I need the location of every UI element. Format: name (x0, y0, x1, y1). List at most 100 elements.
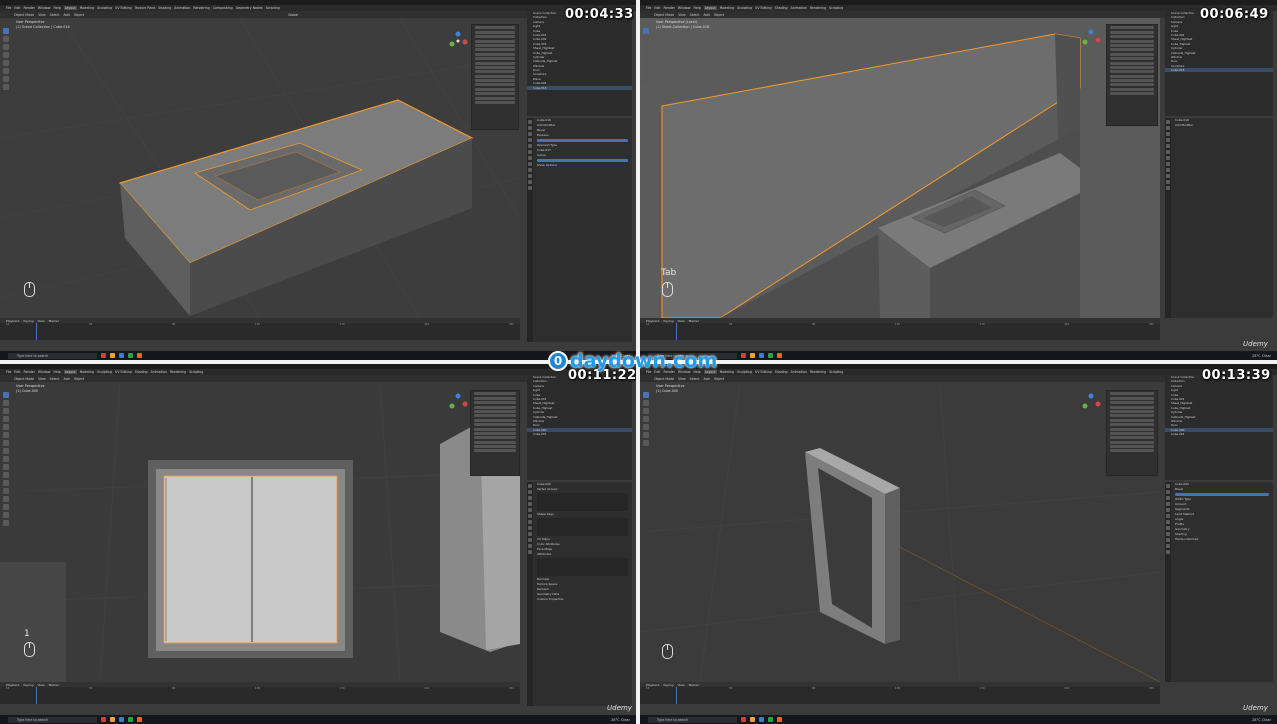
measure-tool-icon[interactable] (3, 84, 9, 90)
outliner-item[interactable]: Cube.001 (1165, 432, 1273, 436)
timeline[interactable]: Playback Keying View Marker 10 50 90 130 170 210… (640, 682, 1160, 704)
viewport-3d[interactable] (640, 18, 1160, 318)
move-tool-icon[interactable] (3, 408, 9, 414)
menu-window[interactable]: Window (678, 6, 691, 10)
knife-tool-icon[interactable] (3, 488, 9, 494)
app-icon[interactable] (768, 353, 773, 358)
select-box-tool-icon[interactable] (643, 28, 649, 34)
scale-tool-icon[interactable] (3, 424, 9, 430)
rotate-tool-icon[interactable] (3, 416, 9, 422)
tab-animation[interactable]: Animation (791, 370, 807, 374)
shape-keys-list[interactable] (537, 518, 628, 536)
menu-edit[interactable]: Edit (654, 6, 660, 10)
tab-compositing[interactable]: Compositing (213, 6, 233, 10)
transform-tool-icon[interactable] (643, 432, 649, 438)
add-menu[interactable]: Add (64, 13, 70, 17)
transform-orientation-select[interactable]: Global (288, 13, 298, 17)
menu-file[interactable]: File (6, 370, 11, 374)
tab-animation[interactable]: Animation (791, 6, 807, 10)
menu-render[interactable]: Render (664, 6, 675, 10)
menu-help[interactable]: Help (53, 370, 60, 374)
select-menu[interactable]: Select (690, 13, 700, 17)
show-options-toggle[interactable]: Show Options (527, 163, 632, 168)
attributes-list[interactable] (537, 558, 628, 576)
navigation-gizmo-icon[interactable] (447, 30, 469, 52)
tab-rendering[interactable]: Rendering (170, 370, 186, 374)
app-icon[interactable] (741, 717, 746, 722)
menu-render[interactable]: Render (24, 6, 35, 10)
tab-shading[interactable]: Shading (135, 370, 148, 374)
scale-tool-icon[interactable] (643, 60, 649, 66)
tab-texture-paint[interactable]: Texture Paint (135, 6, 156, 10)
tab-layout[interactable]: Layout (63, 370, 77, 374)
menu-edit[interactable]: Edit (14, 370, 20, 374)
viewport-3d[interactable] (640, 382, 1160, 682)
mode-select[interactable]: Object Mode (14, 13, 34, 17)
app-icon[interactable] (759, 353, 764, 358)
transform-tool-icon[interactable] (3, 68, 9, 74)
app-icon[interactable] (741, 353, 746, 358)
menu-edit[interactable]: Edit (14, 6, 20, 10)
vertex-groups-panel[interactable]: Vertex Groups (527, 487, 632, 492)
view-menu[interactable]: View (38, 377, 46, 381)
tab-uv-editing[interactable]: UV Editing (115, 370, 132, 374)
annotate-tool-icon[interactable] (643, 76, 649, 82)
tab-modeling[interactable]: Modeling (720, 6, 735, 10)
add-menu[interactable]: Add (704, 13, 710, 17)
tab-modeling[interactable]: Modeling (720, 370, 735, 374)
tab-rendering[interactable]: Rendering (810, 6, 826, 10)
modifier-boolean[interactable]: Boolean (527, 133, 632, 138)
timeline[interactable]: Playback Keying View Marker 10 50 90 130 170 210… (0, 318, 520, 340)
tab-sculpting[interactable]: Sculpting (97, 370, 112, 374)
app-icon[interactable] (119, 353, 124, 358)
taskbar-search[interactable]: Type here to search (8, 352, 97, 359)
tab-scripting[interactable]: Scripting (189, 370, 203, 374)
app-icon[interactable] (128, 353, 133, 358)
loopcut-tool-icon[interactable] (3, 480, 9, 486)
modifier-bevel[interactable]: Bevel (1165, 487, 1273, 492)
outliner-item-selected[interactable]: Cube.016 (1165, 68, 1273, 73)
tab-scripting[interactable]: Scripting (266, 6, 280, 10)
tab-shading[interactable]: Shading (775, 370, 788, 374)
annotate-tool-icon[interactable] (3, 440, 9, 446)
app-icon[interactable] (128, 717, 133, 722)
object-menu[interactable]: Object (74, 377, 84, 381)
playhead[interactable] (676, 323, 677, 340)
spin-tool-icon[interactable] (3, 504, 9, 510)
object-menu[interactable]: Object (74, 13, 84, 17)
move-tool-icon[interactable] (3, 44, 9, 50)
object-menu[interactable]: Object (714, 377, 724, 381)
select-box-tool-icon[interactable] (3, 28, 9, 34)
inset-tool-icon[interactable] (3, 464, 9, 470)
tab-sculpting[interactable]: Sculpting (737, 6, 752, 10)
measure-tool-icon[interactable] (3, 448, 9, 454)
app-icon[interactable] (101, 353, 106, 358)
tab-animation[interactable]: Animation (174, 6, 190, 10)
tab-sculpting[interactable]: Sculpting (97, 6, 112, 10)
tab-scripting[interactable]: Scripting (829, 370, 843, 374)
shear-tool-icon[interactable] (3, 520, 9, 526)
rotate-tool-icon[interactable] (643, 416, 649, 422)
scale-tool-icon[interactable] (643, 424, 649, 430)
extrude-tool-icon[interactable] (3, 456, 9, 462)
app-icon[interactable] (759, 717, 764, 722)
select-box-tool-icon[interactable] (3, 392, 9, 398)
mode-select[interactable]: Object Mode (14, 377, 34, 381)
bevel-tool-icon[interactable] (3, 472, 9, 478)
app-icon[interactable] (119, 717, 124, 722)
app-icon[interactable] (101, 717, 106, 722)
app-icon[interactable] (750, 353, 755, 358)
shape-keys-panel[interactable]: Shape Keys (527, 512, 632, 517)
playhead[interactable] (36, 687, 37, 704)
taskbar-search[interactable]: Type here to search (8, 716, 97, 723)
attributes-panel[interactable]: Attributes (527, 552, 632, 557)
tab-sculpting[interactable]: Sculpting (737, 370, 752, 374)
cursor-tool-icon[interactable] (3, 36, 9, 42)
add-menu[interactable]: Add (704, 377, 710, 381)
vertex-groups-list[interactable] (537, 493, 628, 511)
tab-layout[interactable]: Layout (63, 6, 77, 10)
blender-icon[interactable] (777, 717, 782, 722)
move-tool-icon[interactable] (643, 44, 649, 50)
playhead[interactable] (676, 687, 677, 704)
blender-icon[interactable] (137, 717, 142, 722)
